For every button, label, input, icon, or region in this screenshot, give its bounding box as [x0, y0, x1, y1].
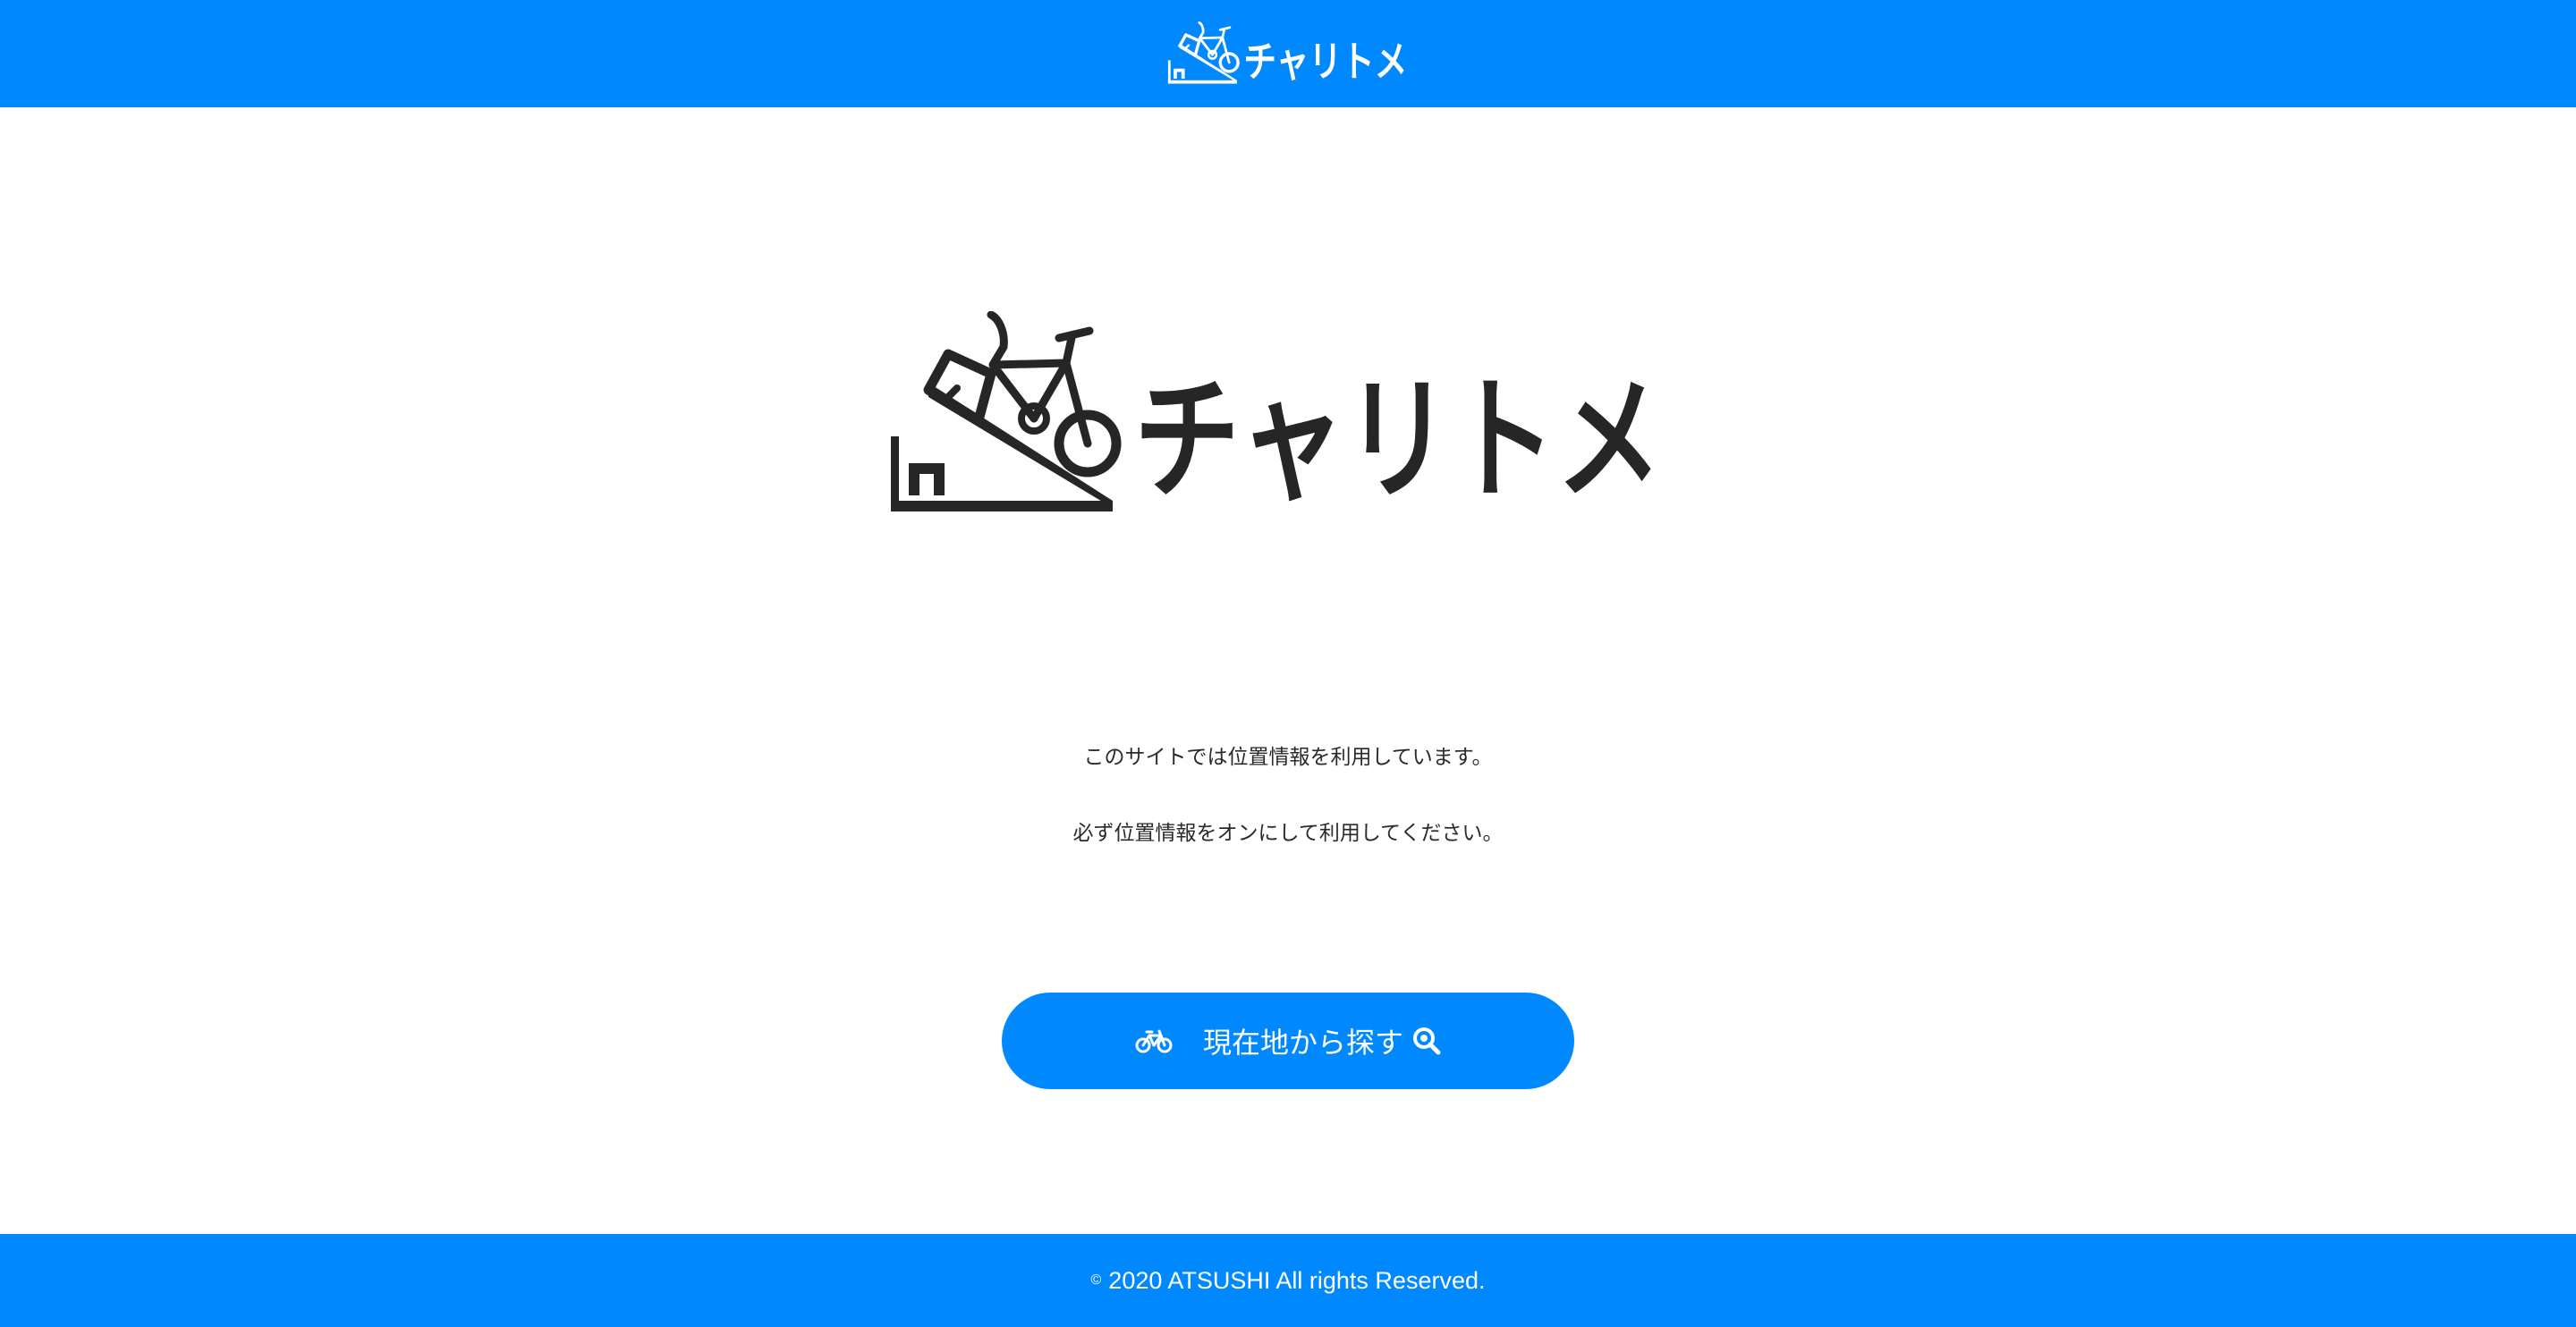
copyright-symbol: ©: [1090, 1272, 1102, 1288]
magnifier-icon: [1412, 1027, 1441, 1055]
header-bar: チャリトメ: [0, 0, 2576, 107]
hero-logo: チャリトメ: [891, 310, 1664, 519]
bicycle-icon: [1135, 1028, 1173, 1053]
notice-line-2: 必ず位置情報をオンにして利用してください。: [1072, 822, 1504, 845]
page: チャリトメ チャリトメ このサイトでは位置情報を利用しています。 必ず位置情報を…: [0, 0, 2576, 1327]
header-logo-text: チャリトメ: [1243, 38, 1407, 86]
hero-logo-image: チャリトメ: [891, 310, 1662, 519]
search-current-location-button[interactable]: 現在地から探す: [1002, 993, 1574, 1089]
footer-bar: © 2020 ATSUSHI All rights Reserved.: [0, 1234, 2576, 1327]
copyright-text: 2020 ATSUSHI All rights Reserved.: [1108, 1266, 1486, 1294]
hero-logo-text: チャリトメ: [1134, 363, 1662, 519]
cta-label: 現在地から探す: [1202, 1026, 1403, 1060]
header-logo[interactable]: チャリトメ: [1162, 21, 1414, 86]
notice-line-1: このサイトでは位置情報を利用しています。: [1083, 746, 1493, 769]
header-logo-image: チャリトメ: [1167, 21, 1407, 86]
location-notice: このサイトでは位置情報を利用しています。 必ず位置情報をオンにして利用してくださ…: [0, 744, 2576, 847]
